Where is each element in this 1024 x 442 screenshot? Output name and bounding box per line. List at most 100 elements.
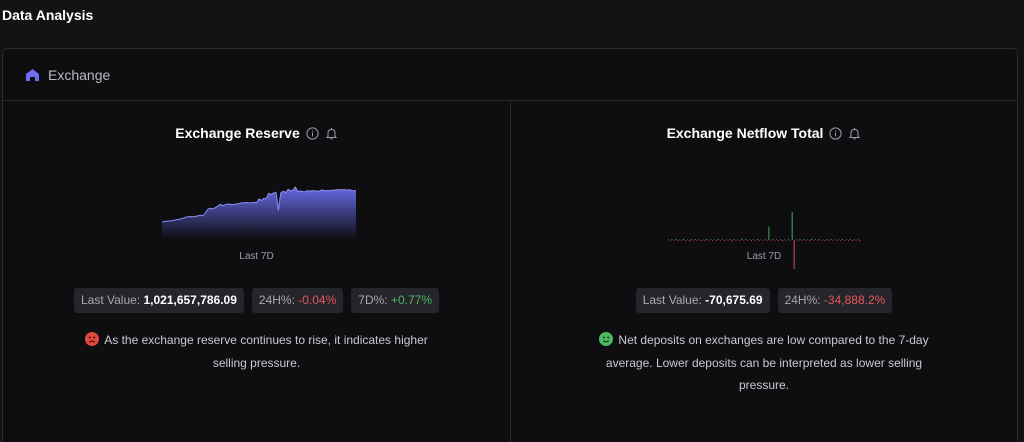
- netflow-bar: [737, 239, 739, 241]
- netflow-bar: [783, 239, 785, 241]
- insight-line-1: As the exchange reserve continues to ris…: [104, 333, 428, 347]
- netflow-bar: [685, 240, 686, 241]
- netflow-bar: [766, 240, 768, 241]
- netflow-bar: [785, 240, 787, 241]
- change-24h-value: -34,888.2%: [823, 293, 886, 307]
- reserve-area: [162, 187, 356, 239]
- last-value-label: Last Value:: [80, 293, 144, 307]
- netflow-bar: [762, 240, 764, 241]
- insight-line-2: average. Lower deposits can be interpret…: [605, 355, 923, 370]
- netflow-bar: [813, 240, 814, 241]
- netflow-bar: [789, 240, 791, 241]
- netflow-bar: [723, 240, 725, 241]
- exchange-reserve-card: Exchange Reserve Last 7D Last Value: 1,0…: [3, 101, 510, 442]
- netflow-bar: [747, 240, 749, 241]
- reserve-chart: [161, 186, 356, 239]
- netflow-bar: [805, 240, 807, 241]
- exchange-netflow-card: Exchange Netflow Total Last 7D Last Valu…: [510, 101, 1017, 442]
- chart-period-label: Last 7D: [239, 251, 274, 262]
- netflow-bar: [721, 239, 723, 240]
- change-24h-label: 24H%:: [258, 293, 299, 307]
- netflow-bar: [760, 239, 762, 241]
- netflow-bar: [780, 239, 781, 240]
- netflow-bar: [842, 238, 844, 240]
- netflow-bar: [849, 239, 851, 240]
- netflow-bar: [700, 240, 702, 242]
- netflow-bar: [826, 239, 828, 240]
- netflow-bar: [776, 239, 778, 241]
- netflow-bar: [733, 239, 735, 240]
- netflow-bar: [834, 239, 836, 241]
- netflow-bar: [859, 240, 861, 241]
- netflow-bar: [797, 240, 799, 241]
- netflow-bar: [782, 240, 783, 242]
- netflow-bar: [836, 240, 838, 241]
- netflow-bar: [716, 240, 717, 241]
- insight-line-2: selling pressure.: [212, 355, 301, 370]
- netflow-bar: [679, 239, 681, 241]
- netflow-bar: [714, 239, 716, 241]
- netflow-bar: [824, 240, 826, 242]
- netflow-bar: [719, 240, 721, 241]
- info-icon[interactable]: [829, 126, 843, 140]
- netflow-bar: [791, 211, 793, 240]
- insight-line-3: pressure.: [738, 378, 790, 392]
- netflow-bar: [739, 240, 741, 241]
- netflow-bar: [696, 240, 698, 241]
- insight-text: Net deposits on exchanges are low compar…: [574, 329, 954, 397]
- smile-face-icon: [599, 331, 614, 346]
- netflow-bar: [851, 240, 853, 241]
- bell-icon[interactable]: [848, 127, 861, 140]
- netflow-bar: [846, 239, 847, 241]
- stats-row: Last Value: 1,021,657,786.09 24H%: -0.04…: [3, 288, 510, 313]
- netflow-bar: [690, 239, 692, 240]
- netflow-bar: [752, 239, 754, 240]
- netflow-bar: [857, 239, 859, 240]
- netflow-bar: [718, 238, 719, 240]
- info-icon[interactable]: [306, 126, 319, 140]
- netflow-chart: [667, 211, 861, 269]
- stats-row: Last Value: -70,675.69 24H%: -34,888.2%: [511, 288, 1017, 313]
- netflow-bar: [741, 238, 743, 240]
- netflow-bar: [818, 239, 820, 240]
- card-title: Exchange Netflow Total: [666, 125, 824, 141]
- card-title: Exchange Reserve: [175, 125, 300, 141]
- netflow-bar: [704, 240, 706, 241]
- change-7d-value: +0.77%: [390, 293, 433, 307]
- netflow-bar: [729, 239, 731, 240]
- insight-text: As the exchange reserve continues to ris…: [57, 329, 457, 374]
- last-value-label: Last Value:: [642, 293, 706, 307]
- netflow-bar: [832, 240, 834, 241]
- netflow-bar: [778, 240, 780, 241]
- netflow-bar: [749, 239, 750, 241]
- netflow-bar: [764, 239, 766, 240]
- netflow-bar: [743, 240, 745, 241]
- netflow-bar: [847, 240, 849, 241]
- last-value: -70,675.69: [705, 293, 763, 307]
- netflow-bar: [671, 239, 673, 240]
- change-24h-value: -0.04%: [298, 293, 337, 307]
- bell-icon[interactable]: [325, 127, 338, 140]
- netflow-bar: [840, 240, 842, 241]
- netflow-bar: [844, 240, 845, 241]
- netflow-bar: [809, 240, 811, 241]
- netflow-bar: [731, 240, 733, 242]
- last-value-chip: Last Value: 1,021,657,786.09: [73, 288, 244, 313]
- netflow-bar: [683, 238, 685, 240]
- netflow-bar: [768, 226, 770, 240]
- netflow-bar: [673, 240, 675, 241]
- netflow-bar: [770, 240, 772, 241]
- netflow-bar: [828, 240, 830, 241]
- netflow-bar: [727, 240, 729, 241]
- netflow-bar: [814, 239, 816, 240]
- change-24h-chip: 24H%: -34,888.2%: [777, 288, 893, 313]
- netflow-bar: [803, 239, 805, 240]
- netflow-bar: [772, 239, 774, 240]
- netflow-bar: [758, 240, 760, 241]
- netflow-bar: [694, 239, 696, 240]
- netflow-bar: [712, 240, 714, 241]
- netflow-bar: [735, 240, 737, 241]
- netflow-bar: [750, 240, 752, 241]
- netflow-bar: [708, 240, 710, 241]
- page-title: Data Analysis: [2, 7, 94, 23]
